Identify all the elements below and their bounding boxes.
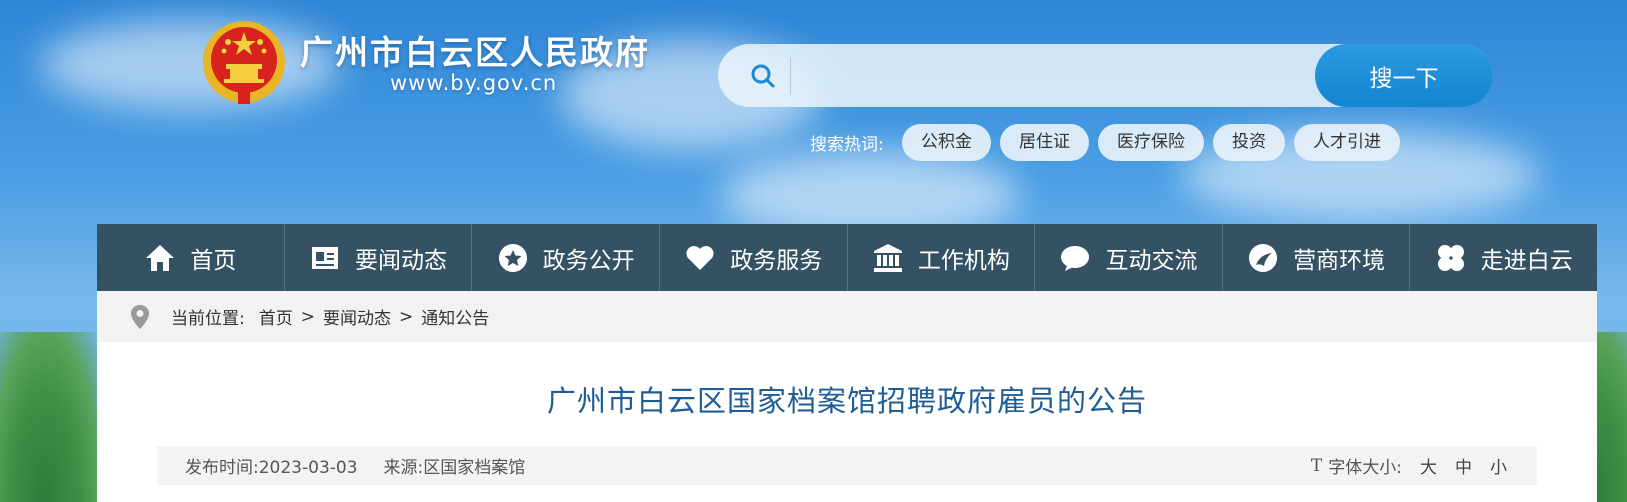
main-content: 当前位置: 首页 > 要闻动态 > 通知公告 广州市白云区国家档案馆招聘政府雇员…: [97, 291, 1597, 502]
nav-item-label: 政务公开: [542, 247, 635, 274]
leaf-swirl-icon: [1249, 243, 1278, 272]
chat-bubble-icon: [1061, 245, 1090, 271]
nav-item-label: 工作机构: [917, 247, 1010, 274]
nav-item-gov-services[interactable]: 政务服务: [658, 224, 847, 291]
font-size-icon: T: [1310, 455, 1323, 476]
nav-item-label: 互动交流: [1105, 247, 1198, 274]
breadcrumb-separator: >: [398, 306, 414, 327]
breadcrumb: 当前位置: 首页 > 要闻动态 > 通知公告: [97, 291, 1597, 342]
site-title: 广州市白云区人民政府: [300, 33, 650, 72]
building-icon: [873, 243, 902, 272]
source-label: 来源:: [383, 458, 424, 478]
nav-item-label: 营商环境: [1293, 247, 1386, 274]
nav-item-about-baiyun[interactable]: 走进白云: [1409, 224, 1597, 291]
site-url: www.by.gov.cn: [390, 71, 558, 95]
nav-item-label: 首页: [190, 247, 237, 274]
hot-search-label: 搜索热词:: [810, 135, 884, 155]
nav-item-public-affairs[interactable]: 政务公开: [471, 224, 659, 291]
font-size-large-button[interactable]: 大: [1420, 453, 1437, 478]
source-value: 区国家档案馆: [423, 458, 526, 478]
breadcrumb-prefix: 当前位置:: [171, 309, 245, 329]
clover-icon: [1437, 244, 1464, 271]
main-nav: 首页 要闻动态 政务公开 政务服务 工作机构 互动交流 营商环境 走进白云: [97, 224, 1597, 291]
breadcrumb-separator: >: [300, 306, 315, 327]
breadcrumb-news[interactable]: 要闻动态: [323, 304, 391, 329]
hot-tag-investment[interactable]: 投资: [1213, 124, 1285, 161]
nav-item-interaction[interactable]: 互动交流: [1034, 224, 1222, 291]
font-size-small-button[interactable]: 小: [1490, 453, 1507, 478]
publish-label: 发布时间:: [185, 458, 259, 478]
nav-item-agencies[interactable]: 工作机构: [846, 224, 1035, 291]
nav-item-label: 走进白云: [1480, 247, 1573, 274]
nav-item-news[interactable]: 要闻动态: [283, 224, 472, 291]
hot-tag-housing-fund[interactable]: 公积金: [902, 124, 991, 161]
national-emblem-logo[interactable]: [200, 18, 288, 106]
hot-search-tags: 公积金 居住证 医疗保险 投资 人才引进: [902, 124, 1400, 161]
breadcrumb-home[interactable]: 首页: [259, 304, 293, 329]
hot-tag-talent[interactable]: 人才引进: [1294, 124, 1400, 161]
nav-item-label: 要闻动态: [354, 247, 447, 274]
hot-tag-medical-insurance[interactable]: 医疗保险: [1098, 124, 1204, 161]
search-box: 搜一下: [718, 44, 1493, 107]
location-pin-icon: [131, 304, 149, 329]
font-size-label: 字体大小:: [1328, 458, 1402, 478]
hills-decoration: [0, 332, 100, 502]
nav-item-home[interactable]: 首页: [97, 224, 284, 291]
source-info: 来源:区国家档案馆: [384, 453, 526, 478]
news-card-icon: [311, 246, 338, 269]
nav-item-business-env[interactable]: 营商环境: [1221, 224, 1410, 291]
article-meta: 发布时间:2023-03-03 来源:区国家档案馆 T 字体大小: 大 中 小: [157, 446, 1537, 485]
publish-info: 发布时间:2023-03-03: [185, 453, 358, 478]
search-icon: [751, 64, 775, 88]
star-circle-icon: [498, 243, 527, 272]
heart-icon: [686, 245, 714, 270]
site-header: 广州市白云区人民政府 www.by.gov.cn 搜一下 搜索热词: 公积金 居…: [0, 0, 1627, 222]
search-button[interactable]: 搜一下: [1315, 44, 1493, 107]
font-size-medium-button[interactable]: 中: [1455, 453, 1472, 478]
nav-item-label: 政务服务: [730, 247, 823, 274]
breadcrumb-notices[interactable]: 通知公告: [421, 304, 489, 329]
search-input[interactable]: [790, 58, 1283, 95]
publish-date: 2023-03-03: [258, 458, 358, 478]
home-icon: [146, 244, 175, 271]
hot-tag-residence-permit[interactable]: 居住证: [1000, 124, 1089, 161]
article-title: 广州市白云区国家档案馆招聘政府雇员的公告: [546, 384, 1147, 418]
